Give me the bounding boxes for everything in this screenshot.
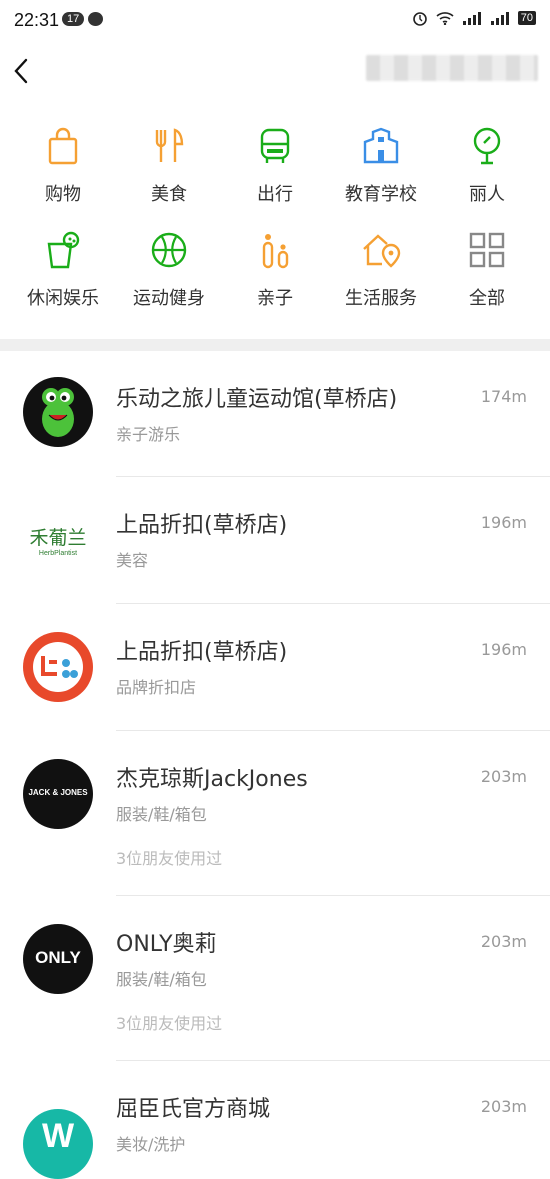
category-all[interactable]: 全部 bbox=[434, 222, 540, 322]
store-category: 亲子游乐 bbox=[116, 425, 181, 444]
mirror-icon bbox=[473, 127, 501, 165]
category-entertainment[interactable]: 休闲娱乐 bbox=[10, 222, 116, 322]
category-label: 运动健身 bbox=[133, 288, 205, 309]
school-building-icon bbox=[363, 127, 399, 164]
logo-text: ONLY bbox=[35, 948, 81, 967]
signal-icon-2 bbox=[490, 12, 509, 25]
category-travel[interactable]: 出行 bbox=[222, 118, 328, 218]
store-item[interactable]: 上品折扣(草桥店) 品牌折扣店 196m bbox=[0, 604, 550, 731]
chat-bubble-icon bbox=[88, 12, 103, 26]
category-label: 休闲娱乐 bbox=[27, 288, 99, 309]
section-divider bbox=[0, 339, 550, 351]
store-item[interactable]: ONLY ONLY奥莉 服装/鞋/箱包 3位朋友使用过 203m bbox=[0, 896, 550, 1061]
grid-icon bbox=[469, 232, 505, 268]
store-distance: 203m bbox=[480, 1097, 527, 1116]
store-category: 服装/鞋/箱包 bbox=[116, 970, 207, 989]
store-distance: 203m bbox=[480, 767, 527, 786]
category-label: 教育学校 bbox=[345, 184, 417, 205]
store-name: 上品折扣(草桥店) bbox=[116, 640, 288, 665]
store-logo-watsons: W bbox=[23, 1109, 93, 1179]
bus-icon bbox=[260, 128, 290, 163]
shangpin-logo-icon bbox=[33, 642, 83, 692]
category-sports[interactable]: 运动健身 bbox=[116, 222, 222, 322]
store-logo-only: ONLY bbox=[23, 924, 93, 994]
store-name: 乐动之旅儿童运动馆(草桥店) bbox=[116, 387, 398, 412]
category-shopping[interactable]: 购物 bbox=[10, 118, 116, 218]
logo-text: 禾葡兰 bbox=[29, 527, 87, 549]
store-distance: 196m bbox=[480, 640, 527, 659]
store-item[interactable]: 乐动之旅儿童运动馆(草桥店) 亲子游乐 174m bbox=[0, 351, 550, 477]
category-life-services[interactable]: 生活服务 bbox=[328, 222, 434, 322]
status-time: 22:31 bbox=[14, 10, 60, 30]
back-arrow-icon[interactable] bbox=[10, 56, 34, 86]
drink-cup-icon bbox=[47, 231, 80, 269]
store-distance: 174m bbox=[480, 387, 527, 406]
store-name: 上品折扣(草桥店) bbox=[116, 513, 288, 538]
shopping-bag-icon bbox=[48, 127, 78, 165]
category-parenting[interactable]: 亲子 bbox=[222, 222, 328, 322]
store-name: 杰克琼斯JackJones bbox=[116, 767, 308, 792]
ball-icon bbox=[151, 232, 187, 268]
store-distance: 196m bbox=[480, 513, 527, 532]
store-distance: 203m bbox=[480, 932, 527, 951]
store-item[interactable]: W 屈臣氏官方商城 美妆/洗护 203m bbox=[0, 1061, 550, 1179]
store-logo-shangpin bbox=[23, 632, 93, 702]
logo-text: W bbox=[41, 1117, 75, 1155]
store-category: 品牌折扣店 bbox=[116, 678, 197, 697]
alarm-icon bbox=[412, 12, 427, 26]
category-label: 生活服务 bbox=[345, 288, 417, 309]
status-bar: 22:31 17 70 bbox=[0, 0, 550, 42]
frog-mascot-icon bbox=[42, 388, 74, 437]
category-label: 出行 bbox=[257, 184, 293, 205]
category-beauty[interactable]: 丽人 bbox=[434, 118, 540, 218]
category-food[interactable]: 美食 bbox=[116, 118, 222, 218]
store-category: 服装/鞋/箱包 bbox=[116, 805, 207, 824]
store-item[interactable]: 禾葡兰 HerbPlantist 上品折扣(草桥店) 美容 196m bbox=[0, 477, 550, 604]
store-category: 美妆/洗护 bbox=[116, 1135, 186, 1154]
store-category: 美容 bbox=[116, 551, 149, 570]
fork-knife-icon bbox=[155, 128, 184, 162]
store-name: ONLY奥莉 bbox=[116, 932, 217, 957]
store-logo-frog bbox=[23, 377, 93, 447]
blurred-username bbox=[366, 55, 538, 81]
category-grid: 购物 美食 出行 教育学校 丽人 休闲娱乐 运动健身 亲子 生活服务 全部 bbox=[0, 118, 550, 328]
notification-badge: 17 bbox=[62, 12, 85, 26]
category-label: 全部 bbox=[469, 288, 505, 309]
logo-text: JACK & JONES bbox=[28, 788, 88, 797]
parent-child-icon bbox=[262, 234, 289, 269]
category-label: 丽人 bbox=[469, 184, 505, 205]
store-logo-herbplantist: 禾葡兰 HerbPlantist bbox=[23, 505, 93, 575]
category-label: 购物 bbox=[45, 184, 81, 205]
store-logo-jackjones: JACK & JONES bbox=[23, 759, 93, 829]
status-icons: 70 bbox=[412, 10, 536, 26]
logo-subtext: HerbPlantist bbox=[38, 550, 78, 557]
friends-used: 3位朋友使用过 bbox=[116, 849, 223, 868]
battery-indicator: 70 bbox=[517, 11, 536, 25]
category-label: 美食 bbox=[151, 184, 187, 205]
wifi-icon bbox=[436, 12, 454, 25]
category-label: 亲子 bbox=[257, 288, 293, 309]
signal-icon-1 bbox=[462, 12, 481, 25]
house-pin-icon bbox=[363, 234, 401, 268]
category-education[interactable]: 教育学校 bbox=[328, 118, 434, 218]
store-item[interactable]: JACK & JONES 杰克琼斯JackJones 服装/鞋/箱包 3位朋友使… bbox=[0, 731, 550, 896]
store-name: 屈臣氏官方商城 bbox=[116, 1097, 271, 1122]
friends-used: 3位朋友使用过 bbox=[116, 1014, 223, 1033]
